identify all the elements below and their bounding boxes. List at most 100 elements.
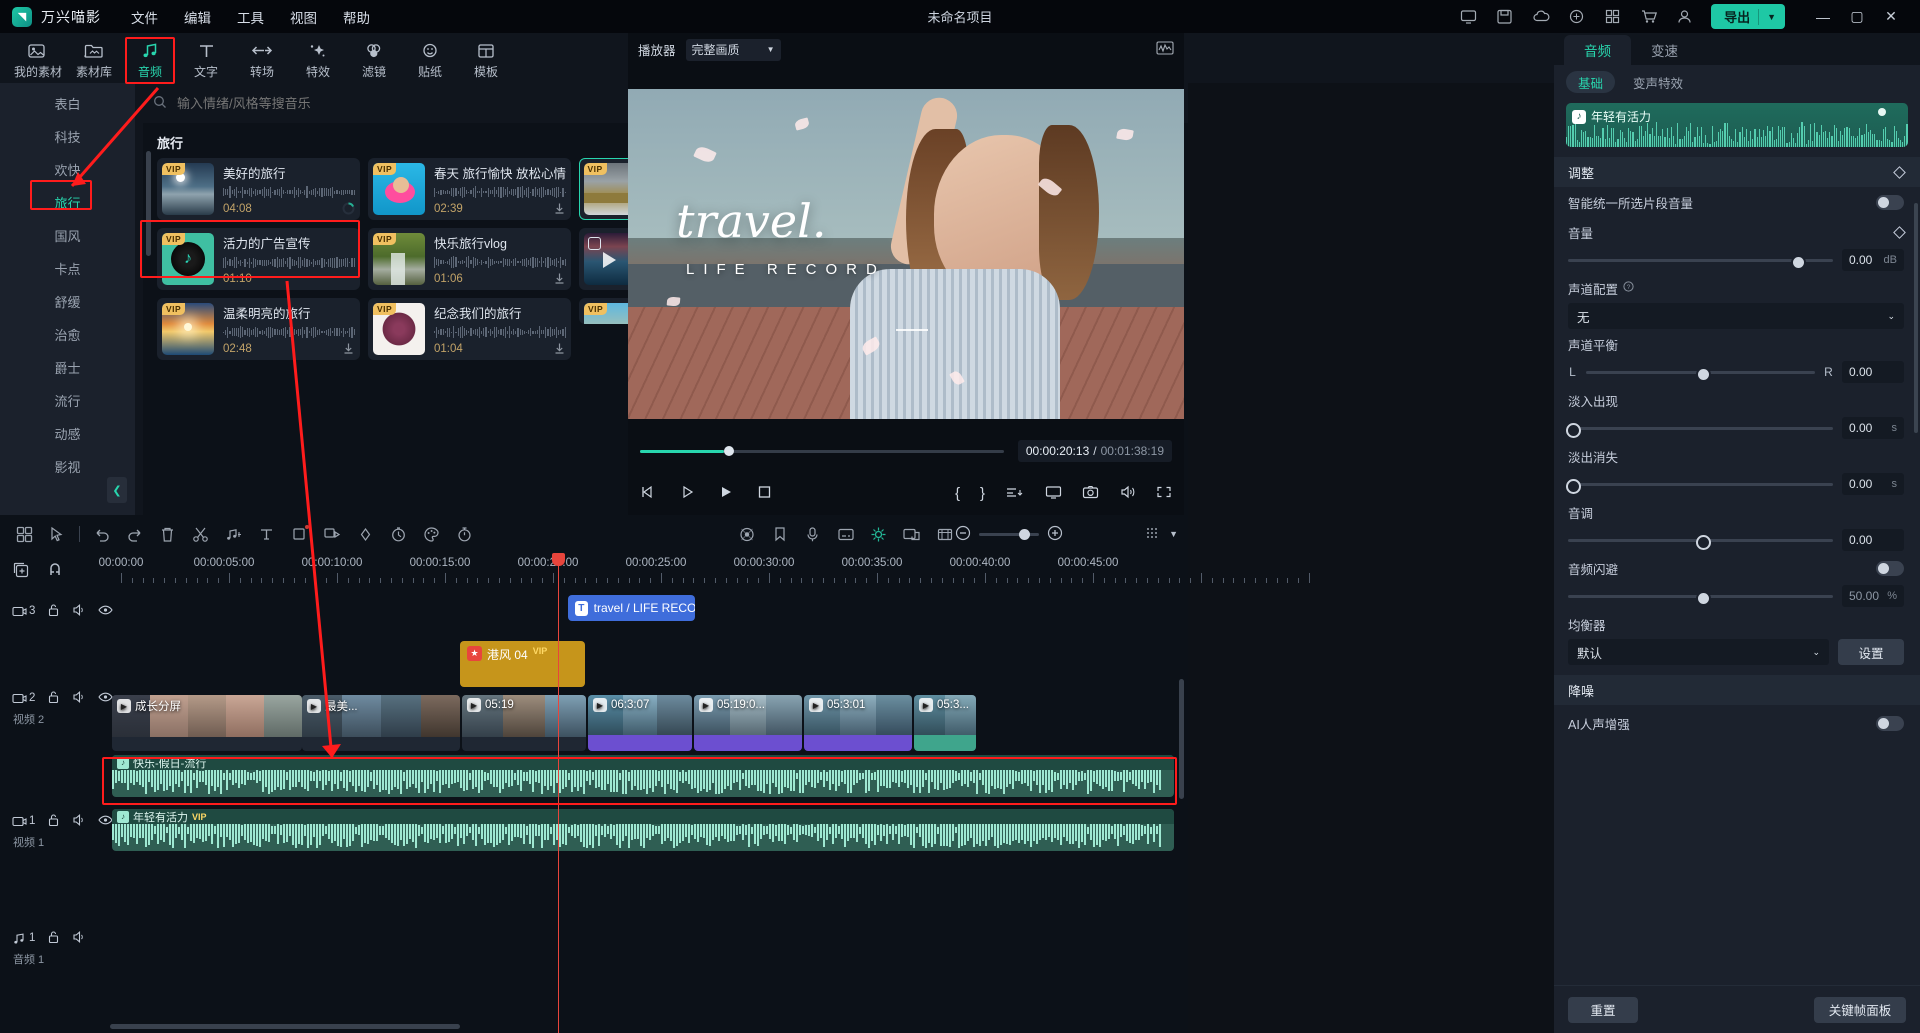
timeline-clip-video[interactable]: ▶ 06:3:07 xyxy=(588,695,692,751)
stop-icon[interactable] xyxy=(757,485,772,502)
category-shuhuan[interactable]: 舒缓 xyxy=(0,285,135,318)
mask-icon[interactable] xyxy=(895,515,928,553)
brain-icon[interactable] xyxy=(1567,7,1586,26)
pitch-slider[interactable] xyxy=(1568,534,1833,550)
timeline-clip-audio2[interactable]: ♪ 年轻有活力 VIP xyxy=(112,809,1174,851)
ducking-slider-knob[interactable] xyxy=(1695,590,1711,606)
mute-icon[interactable] xyxy=(72,603,86,620)
category-huankuai[interactable]: 欢快 xyxy=(0,153,135,186)
timeline-h-scrollbar[interactable] xyxy=(110,1024,460,1029)
timeline-clip-sticker[interactable]: ★ 港风 04 VIP xyxy=(460,641,585,687)
zoom-in-icon[interactable] xyxy=(1047,525,1063,544)
fade-out-slider-knob[interactable] xyxy=(1566,478,1581,494)
screen-fit-icon[interactable] xyxy=(1045,485,1062,502)
keyframe-diamond-icon[interactable] xyxy=(1893,165,1906,179)
music-card[interactable]: VIP 春天 旅行愉快 放松心情 02:39 xyxy=(368,158,571,220)
timeline-v-scrollbar[interactable] xyxy=(1179,679,1184,799)
pitch-slider-knob[interactable] xyxy=(1695,534,1711,550)
ducking-slider[interactable] xyxy=(1568,590,1833,606)
list-scrollbar[interactable] xyxy=(146,151,151,256)
tab-sticker[interactable]: 贴纸 xyxy=(402,37,458,80)
tab-transition[interactable]: 转场 xyxy=(234,37,290,80)
record-icon[interactable] xyxy=(730,515,763,553)
category-liuxing[interactable]: 流行 xyxy=(0,384,135,417)
balance-slider-knob[interactable] xyxy=(1695,366,1711,382)
player-progress[interactable] xyxy=(640,446,1004,456)
volume-slider-knob[interactable] xyxy=(1790,254,1806,270)
music-card[interactable]: VIP 快乐旅行vlog 01:06 xyxy=(368,228,571,290)
download-icon[interactable] xyxy=(553,342,566,355)
zoom-slider-knob[interactable] xyxy=(1019,528,1030,540)
user-icon[interactable] xyxy=(1675,7,1694,26)
section-denoise[interactable]: 降噪 xyxy=(1554,675,1920,705)
list-icon[interactable] xyxy=(1145,525,1161,544)
timeline-playhead[interactable] xyxy=(552,553,565,1033)
fade-in-slider[interactable] xyxy=(1566,422,1833,438)
volume-icon[interactable] xyxy=(1119,485,1136,502)
category-lvxing[interactable]: 旅行 xyxy=(0,186,135,219)
reset-button[interactable]: 重置 xyxy=(1568,996,1638,1023)
section-adjust[interactable]: 调整 xyxy=(1554,157,1920,187)
keyframe-panel-button[interactable]: 关键帧面板 xyxy=(1814,996,1906,1023)
lock-icon[interactable] xyxy=(47,930,60,947)
add-track-icon[interactable] xyxy=(12,561,30,582)
crop-icon[interactable] xyxy=(283,515,316,553)
timeline-clip-video[interactable]: ▶ 05:19 xyxy=(462,695,586,751)
ducking-toggle[interactable] xyxy=(1876,560,1904,576)
category-jueshi[interactable]: 爵士 xyxy=(0,351,135,384)
redo-icon[interactable] xyxy=(118,515,151,553)
tab-text[interactable]: 文字 xyxy=(178,37,234,80)
audio-clip-preview[interactable]: ♪ 年轻有活力 xyxy=(1566,103,1908,147)
ducking-value[interactable]: 50.00 % xyxy=(1842,585,1904,607)
fade-in-value[interactable]: 0.00 s xyxy=(1842,417,1904,439)
category-guofeng[interactable]: 国风 xyxy=(0,219,135,252)
channel-config-select[interactable]: 无 ⌄ xyxy=(1568,303,1904,329)
camera-icon[interactable] xyxy=(1082,485,1099,502)
split-icon[interactable] xyxy=(184,515,217,553)
timeline-clip-video[interactable]: ▶ 05:19:0... xyxy=(694,695,802,751)
subtitle-icon[interactable] xyxy=(829,515,862,553)
magnet-icon[interactable] xyxy=(46,561,64,582)
select-icon[interactable] xyxy=(41,515,74,553)
template-icon[interactable] xyxy=(8,515,41,553)
player-progress-knob[interactable] xyxy=(723,446,734,456)
tab-filter[interactable]: 滤镜 xyxy=(346,37,402,80)
mic-icon[interactable] xyxy=(796,515,829,553)
channel-balance-slider[interactable] xyxy=(1586,366,1815,382)
cart-icon[interactable] xyxy=(1639,7,1658,26)
fade-in-slider-knob[interactable] xyxy=(1566,422,1581,438)
volume-keyframe-icon[interactable] xyxy=(1893,225,1906,239)
mark-out-icon[interactable]: } xyxy=(980,485,985,502)
help-icon[interactable]: ? xyxy=(1623,281,1634,295)
monitor-icon[interactable] xyxy=(1459,7,1478,26)
keyframe-icon[interactable] xyxy=(349,515,382,553)
timeline-clip-text[interactable]: T travel / LIFE RECORD xyxy=(568,595,695,621)
category-keji[interactable]: 科技 xyxy=(0,120,135,153)
subtab-voice-effect[interactable]: 变声特效 xyxy=(1621,71,1695,93)
tab-template[interactable]: 模板 xyxy=(458,37,514,80)
download-icon[interactable] xyxy=(553,272,566,285)
lock-icon[interactable] xyxy=(47,603,60,620)
grid-icon[interactable] xyxy=(1603,7,1622,26)
timeline-clip-video[interactable]: ▶ 05:3... xyxy=(914,695,976,751)
tab-my-media[interactable]: 我的素材 xyxy=(10,37,66,80)
maximize-button[interactable]: ▢ xyxy=(1840,0,1874,33)
eye-icon[interactable] xyxy=(98,603,114,620)
auto-match-toggle[interactable] xyxy=(1876,194,1904,210)
playhead-handle[interactable] xyxy=(552,553,565,566)
menu-help[interactable]: 帮助 xyxy=(343,7,370,27)
color-icon[interactable] xyxy=(415,515,448,553)
subtab-basic[interactable]: 基础 xyxy=(1566,71,1616,93)
tab-audio[interactable]: 音频 xyxy=(122,37,178,80)
align-icon[interactable] xyxy=(1005,485,1025,502)
channel-balance-value[interactable]: 0.00 xyxy=(1842,361,1904,383)
green-screen-icon[interactable] xyxy=(862,515,895,553)
tab-effect[interactable]: 特效 xyxy=(290,37,346,80)
properties-scrollbar[interactable] xyxy=(1914,203,1918,433)
fade-out-value[interactable]: 0.00 s xyxy=(1842,473,1904,495)
menu-edit[interactable]: 编辑 xyxy=(184,7,211,27)
download-icon[interactable] xyxy=(342,342,355,355)
tab-speed-properties[interactable]: 变速 xyxy=(1631,35,1698,65)
music-card[interactable]: ♪ VIP 活力的广告宣传 01:10 xyxy=(157,228,360,290)
category-kadian[interactable]: 卡点 xyxy=(0,252,135,285)
